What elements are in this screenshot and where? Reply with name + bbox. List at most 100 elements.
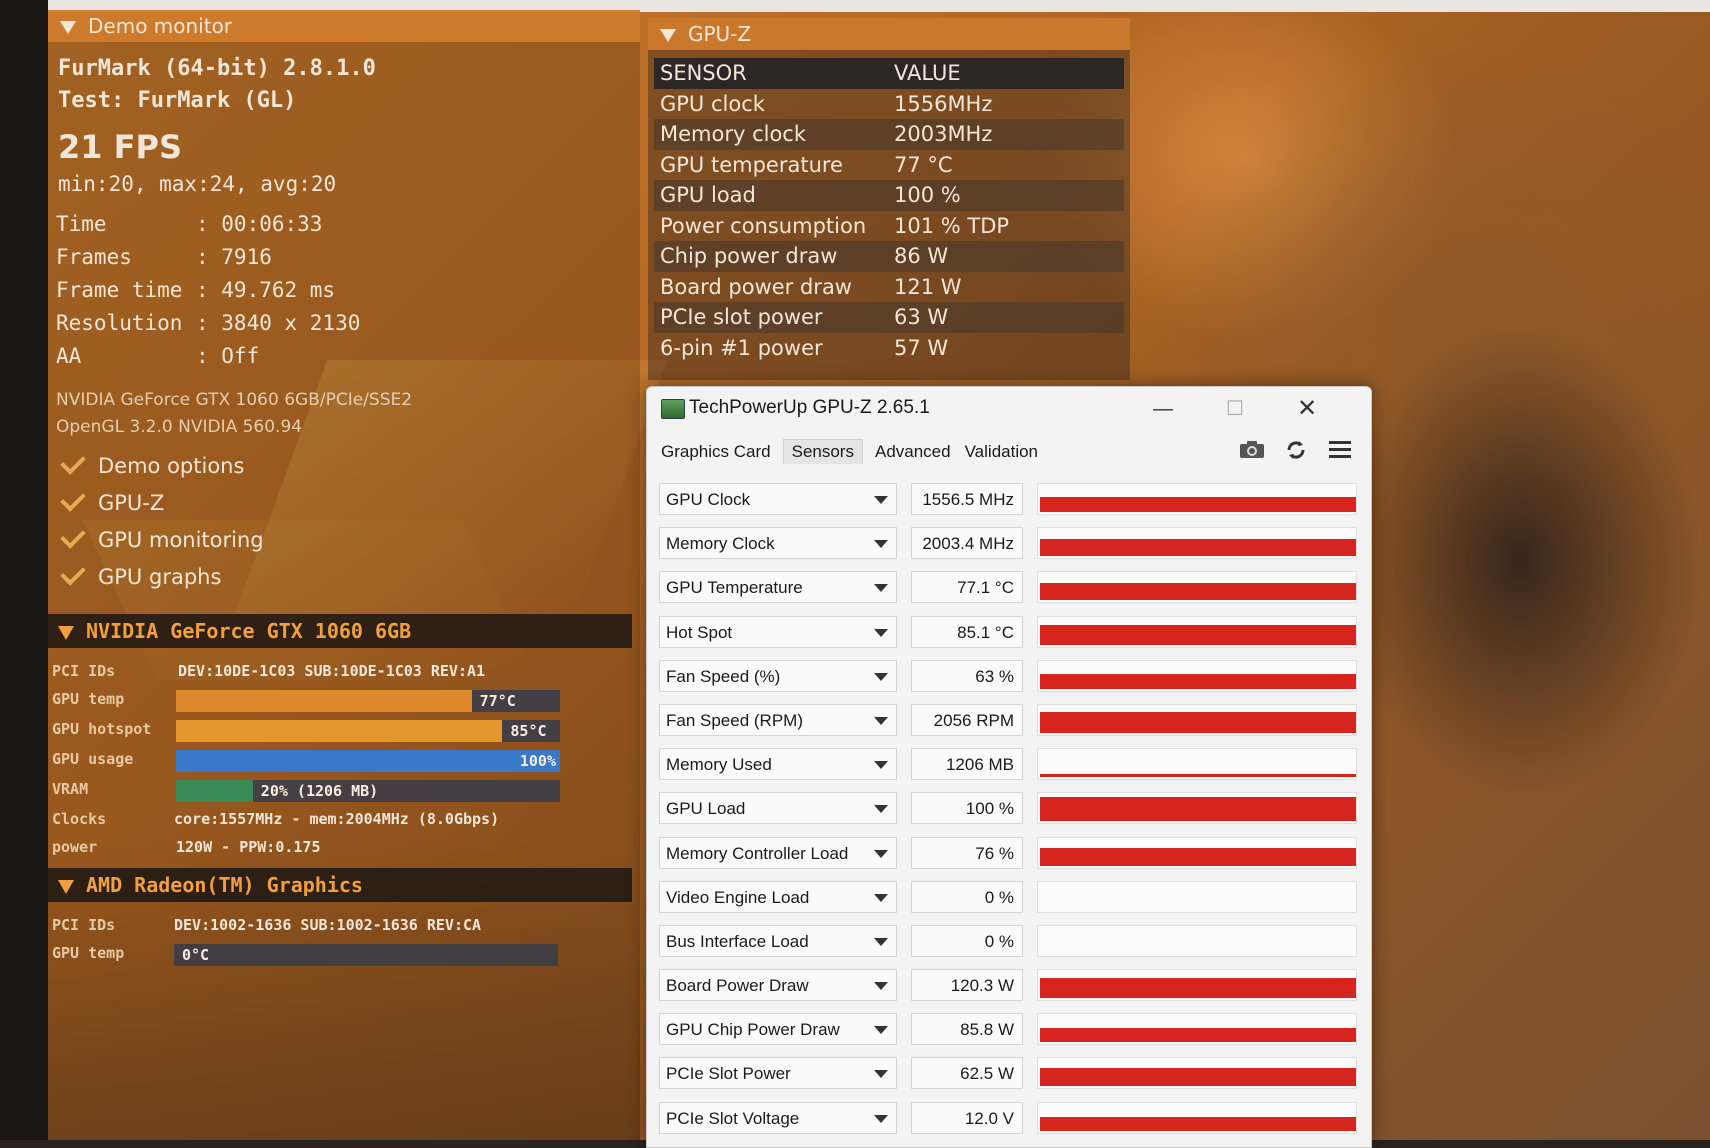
sensor-row: GPU Clock 1556.5 MHz [659,479,1359,523]
sensor-name: Fan Speed (RPM) [666,710,803,730]
gpuz-window: TechPowerUp GPU-Z 2.65.1 — ☐ ✕ Graphics … [646,386,1372,1148]
overlay-sensor-name: Board power draw [660,274,852,299]
sensor-name-dropdown[interactable]: Memory Controller Load [659,836,897,869]
chevron-down-icon [874,1114,888,1123]
stat-frames: Frames: 7916 [56,245,272,269]
gpu-hotspot-text: 85°C [510,722,547,740]
sensor-name-dropdown[interactable]: Bus Interface Load [659,924,897,957]
monitor-bezel [0,0,48,1140]
sensor-name-dropdown[interactable]: PCIe Slot Voltage [659,1101,897,1134]
close-button[interactable]: ✕ [1287,395,1327,423]
sensor-value: 12.0 V [911,1101,1023,1134]
gpu-temp-bar: 77°C [176,690,560,712]
sensor-graph [1037,483,1357,515]
fps-stats: min:20, max:24, avg:20 [58,172,337,196]
maximize-button[interactable]: ☐ [1215,395,1255,423]
overlay-sensor-value: 57 W [894,335,949,360]
chevron-down-icon [874,628,888,637]
overlay-table-row: GPU load 100 % [654,180,1124,211]
window-titlebar[interactable]: TechPowerUp GPU-Z 2.65.1 — ☐ ✕ [647,387,1371,431]
gpu-temp-label: GPU temp [52,944,125,962]
sensor-value: 85.8 W [911,1013,1023,1046]
option-gpu-monitoring[interactable]: GPU monitoring [54,523,264,552]
sensor-graph-fill [1040,673,1356,689]
gpu-header-nvidia[interactable]: NVIDIA GeForce GTX 1060 6GB [48,614,632,648]
refresh-icon[interactable] [1281,439,1311,467]
sensor-name-dropdown[interactable]: GPU Clock [659,483,897,515]
sensor-name-dropdown[interactable]: PCIe Slot Power [659,1057,897,1090]
option-gpu-z[interactable]: GPU-Z [54,486,164,515]
sensor-graph-fill [1040,1028,1356,1043]
tab-validation[interactable]: Validation [963,440,1040,464]
sensor-name-dropdown[interactable]: GPU Chip Power Draw [659,1013,897,1046]
sensor-name: PCIe Slot Voltage [666,1108,800,1128]
tab-graphics-card[interactable]: Graphics Card [659,440,773,464]
gpu-temp-text: 77°C [479,692,516,710]
sensor-name-dropdown[interactable]: Fan Speed (%) [659,659,897,692]
sensor-value: 77.1 °C [911,571,1023,604]
sensor-graph-fill [1040,1068,1356,1087]
overlay-table-row: Memory clock 2003MHz [654,119,1124,150]
sensor-name: PCIe Slot Power [666,1064,791,1084]
option-gpu-graphs[interactable]: GPU graphs [54,560,221,589]
sensor-graph [1037,748,1357,781]
sensor-value: 1556.5 MHz [911,483,1023,515]
sensor-name: GPU Load [666,799,746,819]
app-version: FurMark (64-bit) 2.8.1.0 [58,56,376,81]
chevron-down-icon [874,982,888,991]
overlay-table-row: PCIe slot power 63 W [654,302,1124,333]
menu-icon[interactable] [1325,439,1355,467]
gpu-header-amd[interactable]: AMD Radeon(TM) Graphics [48,868,632,902]
sensor-row: Hot Spot 85.1 °C [659,612,1359,656]
sensor-column-header: SENSOR [660,61,747,85]
sensor-graph-fill [1040,978,1356,999]
tab-advanced[interactable]: Advanced [873,440,953,464]
sensor-name-dropdown[interactable]: Fan Speed (RPM) [659,703,897,736]
pci-ids-label: PCI IDs [52,916,116,934]
camera-icon[interactable] [1237,439,1267,467]
sensor-graph-fill [1040,711,1356,733]
gpu-temp-text: 0°C [182,946,210,964]
chevron-down-icon [874,1026,888,1035]
sensor-value: 2003.4 MHz [911,527,1023,560]
demo-monitor-header[interactable]: Demo monitor [48,10,640,42]
sensor-graph-fill [1040,797,1356,822]
sensor-name-dropdown[interactable]: Memory Clock [659,527,897,560]
overlay-table-header: SENSOR VALUE [654,58,1124,89]
overlay-sensor-value: 101 % TDP [894,213,1010,238]
sensor-name-dropdown[interactable]: GPU Load [659,792,897,825]
gpuz-overlay-header[interactable]: GPU-Z [648,18,1130,50]
overlay-table-row: GPU clock 1556MHz [654,89,1124,120]
clocks-label: Clocks [52,810,107,828]
sensor-name: Hot Spot [666,622,733,642]
vram-bar-fill [176,780,253,802]
window-title: TechPowerUp GPU-Z 2.65.1 [689,397,930,418]
sensor-row: Video Engine Load 0 % [659,877,1359,921]
sensor-name: Board Power Draw [666,976,809,996]
sensor-graph-fill [1040,1116,1356,1131]
minimize-button[interactable]: — [1143,395,1183,423]
sensor-list: GPU Clock 1556.5 MHz Memory Clock 2003.4 MH… [659,479,1359,1142]
chevron-down-icon [874,761,888,770]
overlay-sensor-value: 1556MHz [894,91,993,116]
overlay-sensor-value: 86 W [894,244,949,268]
tab-sensors[interactable]: Sensors [782,439,863,464]
option-demo-options[interactable]: Demo options [54,449,244,478]
gpu-temp-bar-fill [176,690,472,712]
sensor-name-dropdown[interactable]: GPU Temperature [659,571,897,604]
sensor-name-dropdown[interactable]: Memory Used [659,748,897,781]
sensor-name-dropdown[interactable]: Hot Spot [659,615,897,648]
sensor-value: 1206 MB [911,748,1023,781]
sensor-row: PCIe Slot Power 62.5 W [659,1053,1359,1097]
sensor-graph [1037,527,1357,560]
sensor-graph [1037,792,1357,825]
overlay-sensor-name: GPU clock [660,91,765,116]
sensor-graph-fill [1040,774,1356,778]
sensor-row: Memory Controller Load 76 % [659,833,1359,877]
sensor-name-dropdown[interactable]: Video Engine Load [659,880,897,913]
sensor-name-dropdown[interactable]: Board Power Draw [659,969,897,1002]
chevron-down-icon [874,540,888,549]
checkmark-icon [60,560,86,586]
gpu-usage-text: 100% [519,752,556,770]
vram-label: VRAM [52,780,89,798]
